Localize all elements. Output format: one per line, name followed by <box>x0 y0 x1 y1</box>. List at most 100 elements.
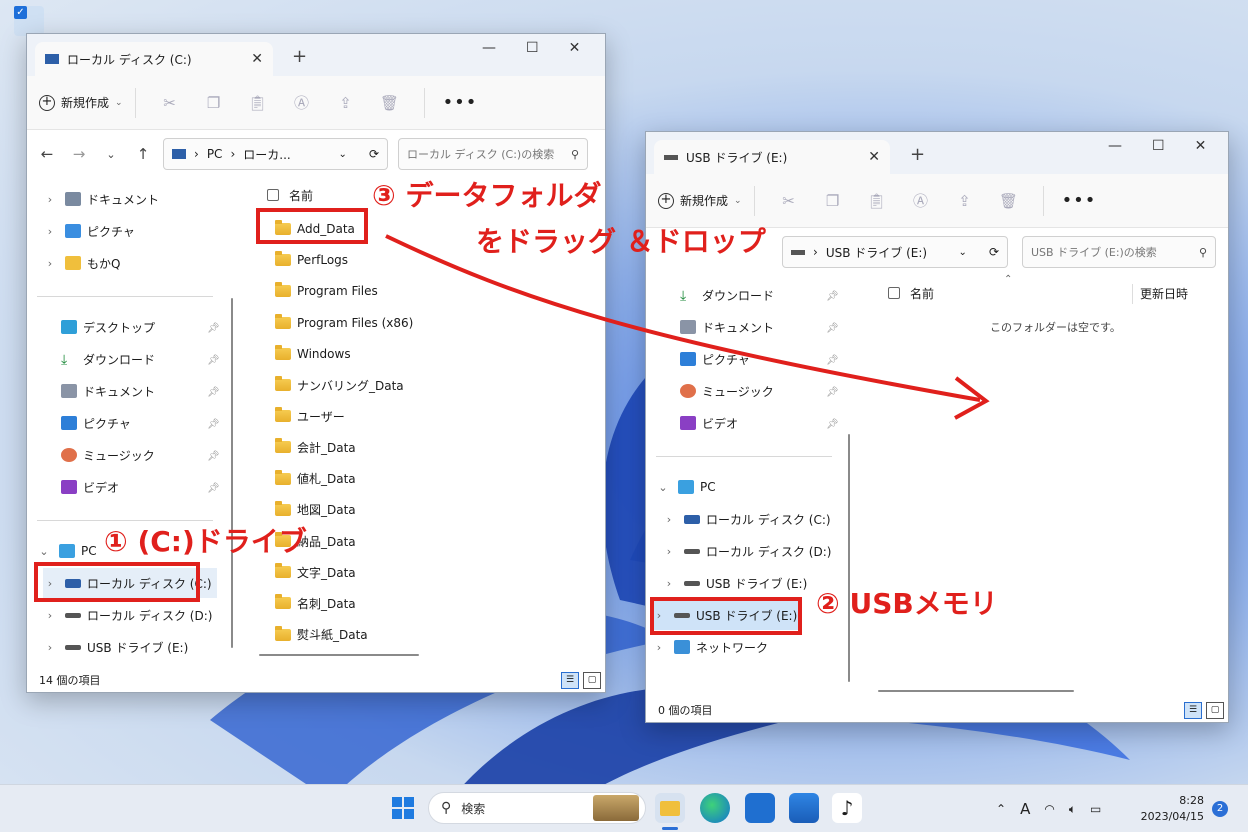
pin-icon[interactable]: 📌︎ <box>826 387 839 398</box>
refresh-icon[interactable]: ⟳ <box>369 147 379 161</box>
search-box[interactable]: ローカル ディスク (C:)の検索 ⚲ <box>398 138 588 170</box>
pin-icon[interactable]: 📌︎ <box>826 419 839 430</box>
taskbar-search[interactable]: ⚲ 検索 <box>428 792 646 824</box>
tab-close-icon[interactable]: ✕ <box>868 149 880 165</box>
tiles-view-icon[interactable]: ▢ <box>583 672 601 689</box>
nav-item-network[interactable]: › ネットワーク <box>652 632 768 662</box>
music-app-icon[interactable]: ♪ <box>832 793 862 823</box>
nav-item-mokaq[interactable]: › もかQ <box>43 248 120 278</box>
file-row[interactable]: Program Files (x86) <box>275 308 413 338</box>
minimize-icon[interactable]: — <box>482 40 496 56</box>
battery-icon[interactable]: ▭ <box>1090 802 1101 816</box>
notification-badge[interactable]: 2 <box>1212 801 1228 817</box>
file-row[interactable]: Program Files <box>275 276 378 306</box>
expand-chevron-icon[interactable]: › <box>662 545 676 558</box>
tab-close-icon[interactable]: ✕ <box>251 51 263 67</box>
new-button[interactable]: + 新規作成 ⌄ <box>39 94 123 111</box>
new-button[interactable]: + 新規作成 ⌄ <box>658 192 742 209</box>
address-bar[interactable]: › PC › ローカ... ⌄ ⟳ <box>163 138 388 170</box>
tab-usb-drive-e[interactable]: USB ドライブ (E:) ✕ <box>654 140 890 174</box>
copy-icon[interactable]: ❐ <box>192 94 236 112</box>
delete-icon[interactable]: 🗑︎ <box>368 94 412 112</box>
nav-item-downloads[interactable]: ⤓ ダウンロード <box>53 344 155 374</box>
share-icon[interactable]: ⇪ <box>943 192 987 210</box>
back-icon[interactable]: ← <box>31 145 63 163</box>
nav-item-usb-e[interactable]: › USB ドライブ (E:) <box>662 568 807 598</box>
file-row[interactable]: 値札_Data <box>275 464 356 494</box>
cut-icon[interactable]: ✂ <box>148 94 192 112</box>
column-separator[interactable] <box>1132 284 1133 304</box>
collapse-chevron-icon[interactable]: ⌄ <box>656 481 670 494</box>
nav-item-documents[interactable]: › ドキュメント <box>43 184 159 214</box>
store-icon[interactable] <box>789 793 819 823</box>
maximize-icon[interactable]: ☐ <box>526 40 539 56</box>
address-bar[interactable]: › USB ドライブ (E:) ⌄ ⟳ <box>782 236 1008 268</box>
pin-icon[interactable]: 📌︎ <box>207 323 220 334</box>
show-hidden-icons-chevron-icon[interactable]: ⌃ <box>996 802 1006 816</box>
expand-chevron-icon[interactable]: › <box>662 513 676 526</box>
paste-icon[interactable]: 📋︎ <box>855 192 899 210</box>
edge-icon[interactable] <box>700 793 730 823</box>
file-row[interactable]: 会計_Data <box>275 432 356 462</box>
nav-item-documents-quick[interactable]: ドキュメント <box>53 376 155 406</box>
pin-icon[interactable]: 📌︎ <box>207 451 220 462</box>
mail-icon[interactable] <box>745 793 775 823</box>
nav-item-pictures[interactable]: › ピクチャ <box>43 216 135 246</box>
file-row[interactable]: 熨斗紙_Data <box>275 620 368 650</box>
nav-item-music[interactable]: ミュージック <box>53 440 155 470</box>
nav-item-video[interactable]: ビデオ <box>53 472 119 502</box>
file-row[interactable]: PerfLogs <box>275 245 348 275</box>
more-options-icon[interactable]: ••• <box>1062 190 1097 211</box>
column-header-date[interactable]: 更新日時 <box>1140 278 1188 308</box>
volume-icon[interactable]: 🔈︎ <box>1069 802 1076 817</box>
refresh-icon[interactable]: ⟳ <box>989 245 999 259</box>
select-all-checkbox[interactable] <box>267 189 279 201</box>
close-icon[interactable]: ✕ <box>569 40 581 56</box>
file-row[interactable]: 文字_Data <box>275 557 356 587</box>
expand-chevron-icon[interactable]: › <box>43 257 57 270</box>
minimize-icon[interactable]: — <box>1108 138 1122 154</box>
nav-item-drive-d[interactable]: › ローカル ディスク (D:) <box>43 600 213 630</box>
rename-icon[interactable]: Ⓐ <box>899 190 943 211</box>
forward-icon[interactable]: → <box>63 145 95 163</box>
start-button[interactable] <box>388 793 418 823</box>
expand-chevron-icon[interactable]: › <box>662 577 676 590</box>
new-tab-button[interactable]: + <box>292 46 307 67</box>
expand-chevron-icon[interactable]: › <box>652 641 666 654</box>
rename-icon[interactable]: Ⓐ <box>280 92 324 113</box>
pin-icon[interactable]: 📌︎ <box>826 323 839 334</box>
nav-item-drive-c[interactable]: › ローカル ディスク (C:) <box>662 504 831 534</box>
search-box[interactable]: USB ドライブ (E:)の検索 ⚲ <box>1022 236 1216 268</box>
paste-icon[interactable]: 📋︎ <box>236 94 280 112</box>
address-dropdown-icon[interactable]: ⌄ <box>959 247 967 258</box>
close-icon[interactable]: ✕ <box>1195 138 1207 154</box>
nav-item-pictures[interactable]: ピクチャ <box>672 344 750 374</box>
nav-item-desktop[interactable]: デスクトップ <box>53 312 155 342</box>
up-icon[interactable]: ↑ <box>127 145 159 163</box>
file-row[interactable]: 名刺_Data <box>275 588 356 618</box>
pin-icon[interactable]: 📌︎ <box>826 291 839 302</box>
copy-icon[interactable]: ❐ <box>811 192 855 210</box>
checkbox-icon[interactable]: ✓ <box>14 6 27 19</box>
tab-local-disk-c[interactable]: ローカル ディスク (C:) ✕ <box>35 42 273 76</box>
expand-chevron-icon[interactable]: › <box>43 193 57 206</box>
breadcrumb-current[interactable]: ローカ... <box>243 146 290 163</box>
nav-item-pc[interactable]: ⌄ PC <box>656 472 716 502</box>
more-options-icon[interactable]: ••• <box>443 92 478 113</box>
select-all-checkbox[interactable] <box>888 287 900 299</box>
nav-item-pictures-quick[interactable]: ピクチャ <box>53 408 131 438</box>
nav-item-video[interactable]: ビデオ <box>672 408 738 438</box>
nav-item-downloads[interactable]: ⤓ ダウンロード <box>672 280 774 310</box>
file-row[interactable]: ユーザー <box>275 401 345 431</box>
recent-chevron-icon[interactable]: ⌄ <box>95 148 127 161</box>
ime-indicator[interactable]: A <box>1020 800 1030 818</box>
nav-item-drive-d[interactable]: › ローカル ディスク (D:) <box>662 536 832 566</box>
file-row[interactable]: Windows <box>275 339 351 369</box>
nav-item-documents[interactable]: ドキュメント <box>672 312 774 342</box>
nav-item-music[interactable]: ミュージック <box>672 376 774 406</box>
file-explorer-taskbar-icon[interactable] <box>655 793 685 823</box>
cut-icon[interactable]: ✂ <box>767 192 811 210</box>
column-header-name[interactable]: 名前 <box>888 278 934 308</box>
nav-item-usb-e[interactable]: › USB ドライブ (E:) <box>43 632 188 662</box>
breadcrumb-current[interactable]: USB ドライブ (E:) <box>826 244 927 261</box>
